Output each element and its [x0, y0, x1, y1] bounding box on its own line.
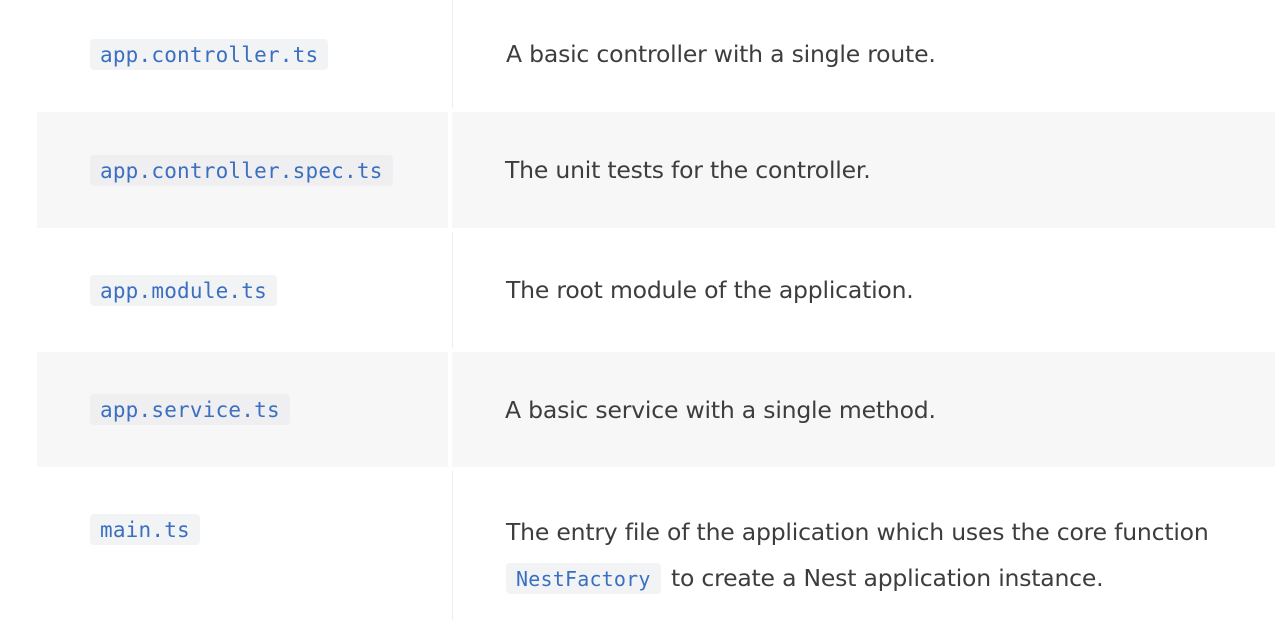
description-cell: The entry file of the application which … [453, 471, 1275, 620]
description-cell: A basic service with a single method. [452, 352, 1275, 467]
file-name: main.ts [90, 514, 200, 545]
file-description: The unit tests for the controller. [505, 156, 871, 184]
file-cell: app.module.ts [37, 232, 453, 348]
file-name: app.module.ts [90, 274, 277, 306]
file-cell: main.ts [37, 471, 453, 620]
table-row: main.ts The entry file of the applicatio… [37, 471, 1275, 620]
file-name: app.controller.ts [90, 38, 329, 70]
table-row: app.service.ts A basic service with a si… [37, 352, 1275, 471]
description-cell: A basic controller with a single route. [453, 0, 1275, 108]
file-cell: app.controller.spec.ts [37, 112, 452, 228]
files-table: app.controller.ts A basic controller wit… [37, 0, 1275, 620]
file-cell: app.controller.ts [37, 0, 453, 108]
file-cell: app.service.ts [37, 352, 452, 467]
nestfactory-code: NestFactory [506, 563, 661, 594]
description-text-before: The entry file of the application which … [506, 518, 1209, 546]
file-description: The entry file of the application which … [506, 509, 1209, 602]
table-row: app.module.ts The root module of the app… [37, 232, 1275, 352]
description-text-after: to create a Nest application instance. [670, 564, 1104, 592]
file-description: The root module of the application. [506, 276, 914, 304]
description-cell: The root module of the application. [453, 232, 1275, 348]
file-description: A basic service with a single method. [505, 395, 936, 424]
file-name: app.service.ts [90, 394, 290, 425]
table-row: app.controller.spec.ts The unit tests fo… [37, 112, 1275, 232]
file-name: app.controller.spec.ts [90, 154, 393, 186]
table-row: app.controller.ts A basic controller wit… [37, 0, 1275, 112]
description-cell: The unit tests for the controller. [452, 112, 1275, 228]
file-description: A basic controller with a single route. [506, 40, 936, 68]
